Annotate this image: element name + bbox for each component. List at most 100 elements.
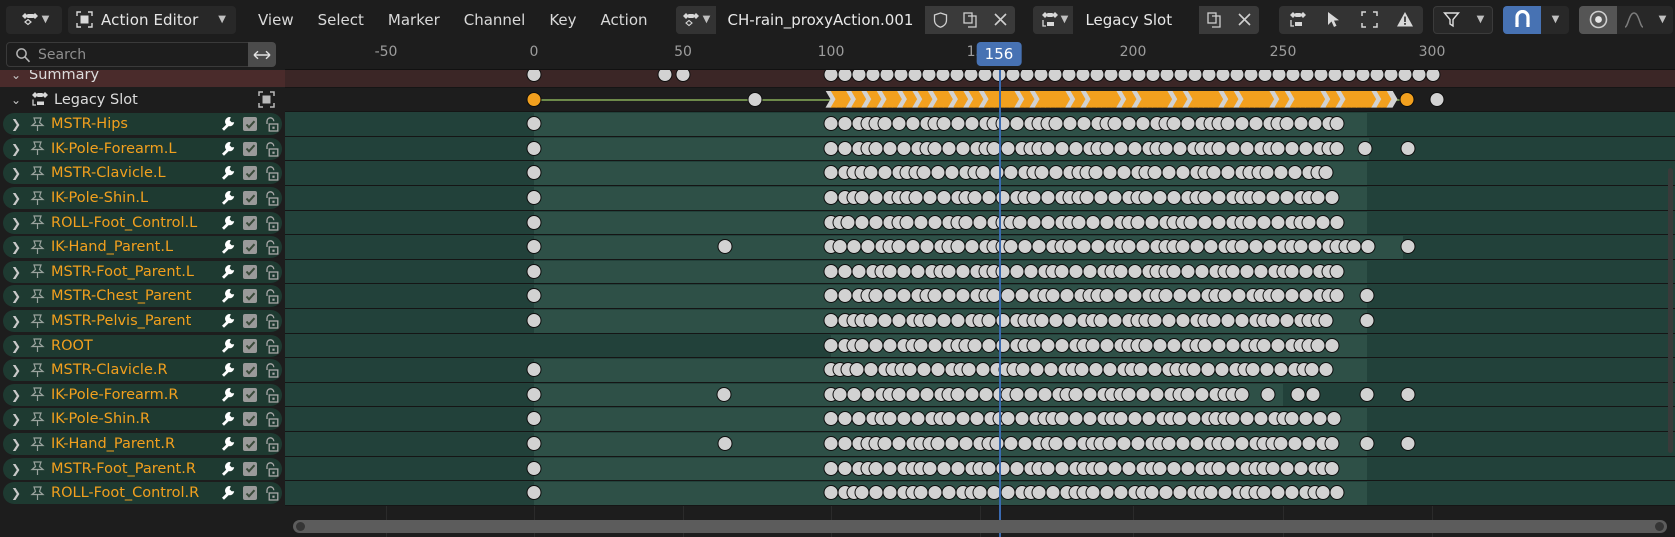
keyframe[interactable] [1225, 411, 1241, 427]
keyframe[interactable] [927, 140, 943, 156]
keyframe[interactable] [1082, 386, 1097, 402]
keyframe[interactable] [863, 362, 878, 378]
keyframe[interactable] [526, 313, 542, 328]
keyframe[interactable] [1054, 337, 1069, 353]
keyframe[interactable] [846, 239, 861, 255]
keyframe[interactable] [1135, 386, 1151, 402]
keyframe[interactable] [1175, 239, 1190, 255]
keyframe[interactable] [1270, 214, 1286, 230]
keyframe[interactable] [1099, 485, 1114, 501]
keyframe[interactable] [981, 190, 996, 205]
keyframe[interactable] [1054, 263, 1069, 279]
keyframe[interactable] [1231, 288, 1246, 304]
keyframe[interactable] [1107, 460, 1123, 476]
keyframe[interactable] [877, 116, 892, 132]
keyframe[interactable] [1400, 239, 1416, 255]
keyframe[interactable] [1161, 165, 1176, 181]
keyframe[interactable] [955, 288, 971, 304]
snap-dropdown[interactable]: ▼ [1541, 6, 1569, 34]
keyframe[interactable] [910, 263, 926, 279]
proportional-edit-toggle[interactable] [1579, 5, 1618, 34]
slot-copy-button[interactable] [1199, 5, 1230, 34]
keyframe[interactable] [1102, 436, 1117, 451]
keyframe[interactable] [863, 313, 878, 328]
keyframe[interactable] [1329, 485, 1345, 501]
h-scrollbar-left-handle[interactable] [296, 522, 305, 531]
keyframe[interactable] [1298, 411, 1314, 427]
channel-row[interactable]: ❯ MSTR-Foot_Parent.L [0, 260, 285, 284]
keyframe[interactable] [823, 411, 839, 427]
keyframe[interactable] [1324, 337, 1339, 353]
keyframe[interactable] [958, 214, 974, 230]
keyframe[interactable] [1079, 190, 1095, 205]
keyframe[interactable] [1298, 288, 1314, 304]
keyframe[interactable] [913, 337, 929, 353]
channel-enable-checkbox[interactable] [243, 289, 257, 304]
chevron-right-icon[interactable]: ❯ [8, 191, 24, 205]
search-expand-toggle[interactable] [248, 42, 276, 67]
keyframe[interactable] [837, 263, 853, 279]
keyframe[interactable] [1293, 239, 1308, 255]
keyframe[interactable] [526, 485, 542, 501]
keyframe[interactable] [964, 386, 979, 402]
chevron-right-icon[interactable]: ❯ [8, 142, 24, 156]
keyframe[interactable] [1197, 214, 1213, 230]
keyframe[interactable] [955, 263, 971, 279]
keyframe[interactable] [1206, 313, 1221, 328]
keyframe[interactable] [941, 411, 957, 427]
keyframe[interactable] [526, 436, 542, 451]
channel-row-summary[interactable]: ⌄ Summary [0, 70, 285, 87]
channel-enable-checkbox[interactable] [243, 191, 257, 205]
channel-list[interactable]: ⌄ Summary ⌄ Legacy Slot ❯ MSTR-Hips ❯ IK-Pole-F… [0, 70, 285, 537]
keyframe[interactable] [526, 362, 542, 378]
chevron-right-icon[interactable]: ❯ [8, 216, 24, 230]
channel-row[interactable]: ❯ IK-Hand_Parent.L [0, 235, 285, 259]
keyframe-slot[interactable] [1429, 91, 1445, 107]
keyframe[interactable] [1298, 140, 1314, 156]
keyframe[interactable] [860, 239, 875, 255]
keyframe[interactable] [1270, 485, 1286, 501]
keyframe[interactable] [1220, 116, 1235, 132]
keyframe[interactable] [1175, 313, 1190, 328]
keyframe[interactable] [1248, 239, 1263, 255]
keyframe[interactable] [1200, 362, 1216, 378]
keyframe[interactable] [1085, 214, 1100, 230]
keyframe[interactable] [1116, 436, 1131, 451]
keyframe[interactable] [950, 116, 965, 132]
keyframe[interactable] [922, 313, 937, 328]
keyframe[interactable] [1090, 239, 1106, 255]
channel-row[interactable]: ❯ MSTR-Clavicle.R [0, 358, 285, 382]
keyframe[interactable] [1284, 411, 1300, 427]
keyframe[interactable] [919, 386, 934, 402]
keyframe[interactable] [1009, 386, 1024, 402]
keyframe[interactable] [1359, 288, 1375, 304]
keyframe[interactable] [1054, 411, 1069, 427]
keyframe[interactable] [891, 239, 906, 255]
keyframe[interactable] [1197, 190, 1213, 205]
keyframe[interactable] [882, 485, 898, 501]
keyframe[interactable] [868, 214, 884, 230]
keyframe[interactable] [526, 263, 542, 279]
keyframe[interactable] [868, 190, 884, 205]
keyframe[interactable] [837, 288, 853, 304]
keyframe[interactable] [1180, 116, 1196, 132]
keyframe[interactable] [1144, 214, 1159, 230]
keyframe[interactable] [1127, 140, 1142, 156]
keyframe[interactable] [1273, 165, 1289, 181]
keyframe[interactable] [717, 436, 733, 451]
keyframe[interactable] [922, 190, 937, 205]
keyframe[interactable] [1175, 436, 1190, 451]
keyframe[interactable] [1234, 436, 1249, 451]
keyframe[interactable] [1172, 485, 1187, 501]
channel-row[interactable]: ❯ ROLL-Foot_Control.L [0, 211, 285, 235]
action-name-field[interactable]: CH-rain_proxyAction.001 [715, 5, 926, 34]
keyframe[interactable] [1186, 362, 1202, 378]
keyframe[interactable] [1113, 411, 1128, 427]
channel-enable-checkbox[interactable] [243, 363, 257, 378]
keyframe[interactable] [1359, 313, 1375, 328]
keyframe[interactable] [1194, 263, 1210, 279]
keyframe[interactable] [1138, 190, 1154, 205]
keyframe[interactable] [1003, 239, 1019, 255]
keyframe[interactable] [1149, 386, 1165, 402]
keyframe[interactable] [1147, 362, 1162, 378]
